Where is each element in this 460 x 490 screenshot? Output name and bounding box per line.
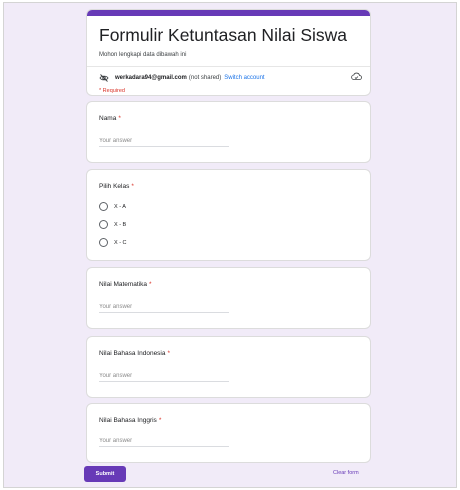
account-note: (not shared) (188, 75, 222, 81)
account-row: werkadara94@gmail.com (not shared) Switc… (99, 73, 265, 83)
radio-label: X - A (114, 203, 126, 210)
radio-button[interactable] (99, 202, 108, 211)
question-card-indonesia: Nilai Bahasa Indonesia * (86, 336, 371, 398)
indonesia-input[interactable] (99, 373, 229, 382)
header-divider (87, 66, 370, 67)
question-card-matematika: Nilai Matematika * (86, 267, 371, 329)
question-card-nama: Nama * (86, 101, 371, 163)
radio-label: X - C (114, 239, 127, 246)
radio-label: X - B (114, 221, 127, 228)
required-star: * (131, 183, 134, 190)
nama-input[interactable] (99, 138, 229, 147)
question-text: Nilai Bahasa Indonesia (99, 350, 166, 357)
matematika-input[interactable] (99, 304, 229, 313)
question-label-indonesia: Nilai Bahasa Indonesia * (99, 350, 170, 357)
required-star: * (118, 115, 121, 122)
question-text: Nama (99, 115, 117, 122)
radio-option-x-a[interactable]: X - A (99, 202, 126, 211)
question-text: Nilai Matematika (99, 281, 148, 288)
required-star: * (158, 417, 162, 424)
required-note: * Required (99, 88, 125, 94)
switch-account-link[interactable]: Switch account (224, 75, 264, 81)
question-card-inggris: Nilai Bahasa Inggris * (86, 403, 371, 463)
account-email: werkadara94@gmail.com (115, 75, 187, 81)
radio-button[interactable] (99, 220, 108, 229)
radio-option-x-c[interactable]: X - C (99, 238, 127, 247)
visibility-off-icon (99, 74, 109, 82)
question-label-inggris: Nilai Bahasa Inggris * (99, 417, 161, 424)
required-star: * (167, 350, 171, 357)
question-text: Nilai Bahasa Inggris (99, 417, 157, 424)
question-label-nama: Nama * (99, 115, 121, 122)
header-accent-band (87, 10, 370, 16)
question-label-matematika: Nilai Matematika * (99, 281, 152, 288)
required-star: * (149, 281, 152, 288)
cloud-saved-icon (351, 72, 362, 80)
form-title: Formulir Ketuntasan Nilai Siswa (99, 25, 348, 45)
question-text: Pilih Kelas (99, 183, 130, 190)
question-label-kelas: Pilih Kelas * (99, 183, 134, 190)
question-card-kelas: Pilih Kelas * X - A X - B X - C (86, 169, 371, 261)
clear-form-link[interactable]: Clear form (333, 470, 359, 476)
radio-option-x-b[interactable]: X - B (99, 220, 126, 229)
radio-button[interactable] (99, 238, 108, 247)
submit-button[interactable]: Submit (84, 466, 126, 482)
inggris-input[interactable] (99, 438, 229, 447)
form-description: Mohon lengkapi data dibawah ini (99, 52, 187, 58)
form-header-card: Formulir Ketuntasan Nilai Siswa Mohon le… (86, 9, 371, 96)
form-page-background: Formulir Ketuntasan Nilai Siswa Mohon le… (3, 2, 457, 488)
